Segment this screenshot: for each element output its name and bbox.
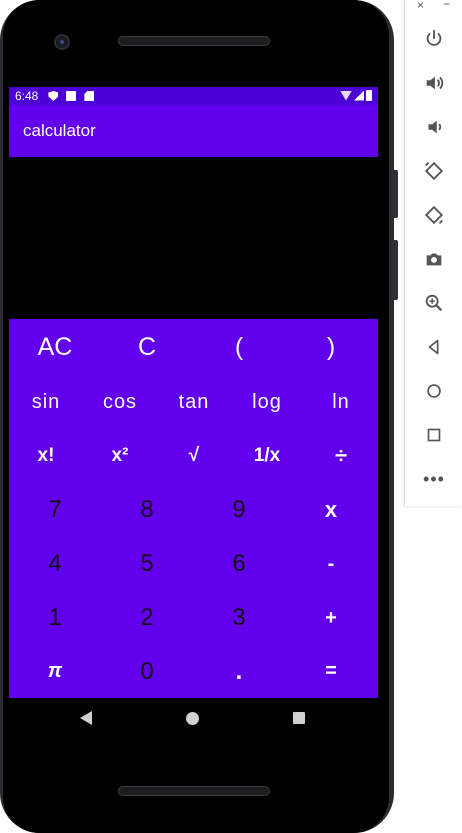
open-paren-button[interactable]: ( bbox=[193, 319, 285, 375]
signal-icon bbox=[354, 90, 364, 101]
earpiece-speaker bbox=[118, 36, 270, 46]
all-clear-button[interactable]: AC bbox=[9, 319, 101, 375]
power-icon[interactable] bbox=[421, 26, 447, 52]
app-title: calculator bbox=[23, 121, 96, 140]
sqrt-button[interactable]: √ bbox=[157, 429, 231, 483]
digit-7-button[interactable]: 7 bbox=[9, 483, 101, 537]
notification-a-icon bbox=[66, 91, 77, 101]
clear-button[interactable]: C bbox=[101, 319, 193, 375]
digit-4-button[interactable]: 4 bbox=[9, 537, 101, 591]
decimal-button[interactable]: . bbox=[193, 645, 285, 698]
factorial-button[interactable]: x! bbox=[9, 429, 83, 483]
pi-button[interactable]: π bbox=[9, 645, 101, 698]
digit-1-button[interactable]: 1 bbox=[9, 591, 101, 645]
multiply-button[interactable]: x bbox=[285, 483, 377, 537]
volume-up-icon[interactable] bbox=[421, 70, 447, 96]
phone-screen: 6:48 calculator AC C ( ) sin cos tan log… bbox=[9, 87, 378, 740]
digit-3-button[interactable]: 3 bbox=[193, 591, 285, 645]
digit-6-button[interactable]: 6 bbox=[193, 537, 285, 591]
overview-icon[interactable] bbox=[421, 422, 447, 448]
sd-card-icon bbox=[84, 91, 95, 101]
ln-button[interactable]: ln bbox=[304, 375, 378, 429]
more-dots: ••• bbox=[423, 469, 445, 489]
shield-icon bbox=[48, 91, 59, 101]
subtract-button[interactable]: - bbox=[285, 537, 377, 591]
app-bar: calculator bbox=[9, 105, 378, 157]
divide-button[interactable]: ÷ bbox=[304, 429, 378, 483]
android-nav-bar bbox=[9, 698, 378, 740]
log-button[interactable]: log bbox=[230, 375, 304, 429]
keypad: AC C ( ) sin cos tan log ln x! x² √ 1/x … bbox=[9, 319, 378, 698]
status-time: 6:48 bbox=[15, 89, 39, 103]
status-indicators bbox=[340, 90, 372, 101]
rotate-right-icon[interactable] bbox=[421, 202, 447, 228]
square-button[interactable]: x² bbox=[83, 429, 157, 483]
calculator-display bbox=[9, 157, 378, 319]
close-paren-button[interactable]: ) bbox=[285, 319, 377, 375]
front-camera bbox=[54, 34, 70, 50]
zoom-icon[interactable] bbox=[421, 290, 447, 316]
add-button[interactable]: + bbox=[285, 591, 377, 645]
tan-button[interactable]: tan bbox=[157, 375, 231, 429]
nav-back-icon[interactable] bbox=[80, 711, 92, 725]
digit-2-button[interactable]: 2 bbox=[101, 591, 193, 645]
emulator-toolbar: × − ••• bbox=[404, 0, 462, 506]
digit-8-button[interactable]: 8 bbox=[101, 483, 193, 537]
equals-button[interactable]: = bbox=[285, 645, 377, 698]
back-icon[interactable] bbox=[421, 334, 447, 360]
sin-button[interactable]: sin bbox=[9, 375, 83, 429]
reciprocal-button[interactable]: 1/x bbox=[230, 429, 304, 483]
battery-icon bbox=[366, 90, 372, 101]
rotate-left-icon[interactable] bbox=[421, 158, 447, 184]
digit-9-button[interactable]: 9 bbox=[193, 483, 285, 537]
volume-side-button bbox=[392, 170, 398, 218]
cos-button[interactable]: cos bbox=[83, 375, 157, 429]
wifi-icon bbox=[340, 90, 352, 101]
home-icon[interactable] bbox=[421, 378, 447, 404]
power-side-button bbox=[392, 240, 398, 300]
status-bar: 6:48 bbox=[9, 87, 378, 105]
nav-recents-icon[interactable] bbox=[293, 712, 305, 724]
emulator-close-button[interactable]: × bbox=[417, 0, 424, 12]
nav-home-icon[interactable] bbox=[186, 712, 199, 725]
bottom-speaker bbox=[118, 786, 270, 796]
digit-0-button[interactable]: 0 bbox=[101, 645, 193, 698]
more-icon[interactable]: ••• bbox=[421, 466, 447, 492]
emulator-minimize-button[interactable]: − bbox=[443, 0, 450, 11]
digit-5-button[interactable]: 5 bbox=[101, 537, 193, 591]
volume-down-icon[interactable] bbox=[421, 114, 447, 140]
camera-icon[interactable] bbox=[421, 246, 447, 272]
